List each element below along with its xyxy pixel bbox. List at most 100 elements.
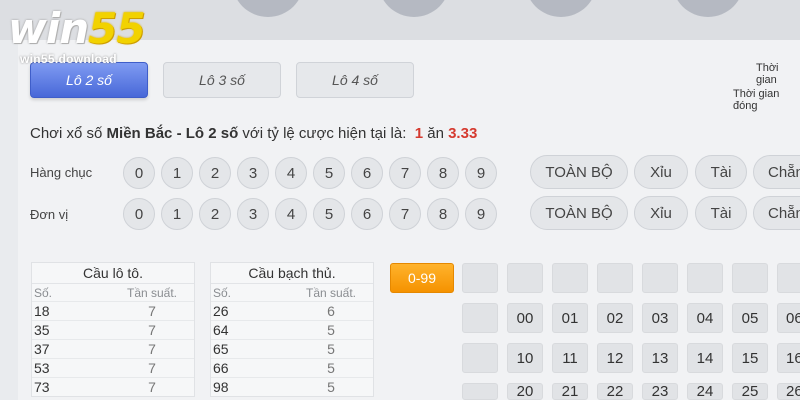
- number-cell-00[interactable]: 00: [507, 303, 543, 333]
- table-row: 98 5: [211, 377, 373, 396]
- number-cell-15[interactable]: 15: [732, 343, 768, 373]
- empty-cell: [462, 343, 498, 373]
- tab-lo-2-so[interactable]: Lô 2 số: [30, 62, 148, 98]
- units-digit-5[interactable]: 5: [313, 198, 345, 230]
- number-cell-25[interactable]: 25: [732, 383, 768, 400]
- number-cell-23[interactable]: 23: [642, 383, 678, 400]
- number-cell-01[interactable]: 01: [552, 303, 588, 333]
- row-frequency: 5: [327, 341, 335, 357]
- row-frequency: 7: [148, 379, 156, 395]
- tens-digit-1[interactable]: 1: [161, 157, 193, 189]
- row-frequency: 7: [148, 303, 156, 319]
- ratio-left: 1: [414, 125, 424, 142]
- number-cell-13[interactable]: 13: [642, 343, 678, 373]
- tens-digit-4[interactable]: 4: [275, 157, 307, 189]
- tens-digit-3[interactable]: 3: [237, 157, 269, 189]
- table-header: Số. Tần suất.: [211, 283, 373, 301]
- number-cell-24[interactable]: 24: [687, 383, 723, 400]
- number-cell-26[interactable]: 26: [777, 383, 800, 400]
- row-number: 18: [34, 303, 50, 319]
- number-cell-16[interactable]: 16: [777, 343, 800, 373]
- number-cell-14[interactable]: 14: [687, 343, 723, 373]
- empty-cell: [462, 303, 498, 333]
- number-cell-02[interactable]: 02: [597, 303, 633, 333]
- range-0-99-button[interactable]: 0-99: [390, 263, 454, 293]
- row-frequency: 7: [148, 341, 156, 357]
- empty-cell: [732, 263, 768, 293]
- units-digit-1[interactable]: 1: [161, 198, 193, 230]
- tens-all-button[interactable]: TOÀN BỘ: [530, 155, 628, 189]
- logo-subtitle: win55.download: [20, 52, 117, 66]
- number-cell-11[interactable]: 11: [552, 343, 588, 373]
- units-digit-7[interactable]: 7: [389, 198, 421, 230]
- row-number: 37: [34, 341, 50, 357]
- tens-digit-6[interactable]: 6: [351, 157, 383, 189]
- number-cell-03[interactable]: 03: [642, 303, 678, 333]
- tens-digit-8[interactable]: 8: [427, 157, 459, 189]
- units-digit-8[interactable]: 8: [427, 198, 459, 230]
- tens-digit-5[interactable]: 5: [313, 157, 345, 189]
- number-cell-10[interactable]: 10: [507, 343, 543, 373]
- empty-cell: [687, 263, 723, 293]
- row-number: 73: [34, 379, 50, 395]
- tens-digit-2[interactable]: 2: [199, 157, 231, 189]
- empty-cell: [552, 263, 588, 293]
- row-frequency: 5: [327, 360, 335, 376]
- tens-digit-0[interactable]: 0: [123, 157, 155, 189]
- banner-ball: [378, 0, 450, 17]
- bet-info-middle: với tỷ lệ cược hiện tại là:: [242, 125, 407, 142]
- tens-big-button[interactable]: Tài: [695, 155, 747, 189]
- lo-to-stats-table: Cầu lô tô. Số. Tần suất. 18 7 35 7 37 7 53 7…: [31, 262, 195, 397]
- number-cell-20[interactable]: 20: [507, 383, 543, 400]
- win55-logo: win55 win55.download: [8, 4, 178, 66]
- column-frequency-header: Tần suất.: [305, 286, 357, 300]
- logo-win-text: win: [8, 4, 89, 53]
- units-big-button[interactable]: Tài: [695, 196, 747, 230]
- units-all-button[interactable]: TOÀN BỘ: [530, 196, 628, 230]
- tens-even-button[interactable]: Chẵn: [753, 155, 800, 189]
- number-cell-22[interactable]: 22: [597, 383, 633, 400]
- number-cell-12[interactable]: 12: [597, 343, 633, 373]
- table-row: 65 5: [211, 339, 373, 358]
- empty-cell: [462, 383, 498, 400]
- units-digit-6[interactable]: 6: [351, 198, 383, 230]
- units-digit-9[interactable]: 9: [465, 198, 497, 230]
- number-cell-05[interactable]: 05: [732, 303, 768, 333]
- units-small-button[interactable]: Xỉu: [634, 196, 688, 230]
- units-digit-0[interactable]: 0: [123, 198, 155, 230]
- tab-lo-3-so[interactable]: Lô 3 số: [163, 62, 281, 98]
- row-number: 98: [213, 379, 229, 395]
- table-header: Số. Tần suất.: [32, 283, 194, 301]
- table-title: Cầu lô tô.: [83, 265, 143, 281]
- table-row: 64 5: [211, 320, 373, 339]
- tens-small-button[interactable]: Xỉu: [634, 155, 688, 189]
- table-row: 37 7: [32, 339, 194, 358]
- ratio-word: ăn: [427, 125, 444, 142]
- bach-thu-stats-table: Cầu bạch thủ. Số. Tần suất. 26 6 64 5 65 5 …: [210, 262, 374, 397]
- tab-lo-4-so[interactable]: Lô 4 số: [296, 62, 414, 98]
- row-frequency: 5: [327, 379, 335, 395]
- units-even-button[interactable]: Chẵn: [753, 196, 800, 230]
- tens-digit-7[interactable]: 7: [389, 157, 421, 189]
- row-number: 65: [213, 341, 229, 357]
- number-cell-06[interactable]: 06: [777, 303, 800, 333]
- row-number: 66: [213, 360, 229, 376]
- banner-ball: [232, 0, 304, 17]
- tens-digit-9[interactable]: 9: [465, 157, 497, 189]
- units-digit-3[interactable]: 3: [237, 198, 269, 230]
- empty-cell: [462, 263, 498, 293]
- number-cell-21[interactable]: 21: [552, 383, 588, 400]
- table-row: 66 5: [211, 358, 373, 377]
- units-row-label: Đơn vị: [30, 207, 69, 222]
- bet-odds-info: Chơi xổ số Miền Bắc - Lô 2 số với tỷ lệ …: [30, 125, 477, 142]
- table-row: 26 6: [211, 301, 373, 320]
- row-number: 53: [34, 360, 50, 376]
- logo-55-text: 55: [88, 4, 145, 53]
- tens-row-label: Hàng chục: [30, 165, 93, 180]
- number-cell-04[interactable]: 04: [687, 303, 723, 333]
- table-row: 73 7: [32, 377, 194, 396]
- units-digit-4[interactable]: 4: [275, 198, 307, 230]
- empty-cell: [777, 263, 800, 293]
- units-digit-2[interactable]: 2: [199, 198, 231, 230]
- closing-time-label: Thời gian đóng: [733, 88, 780, 112]
